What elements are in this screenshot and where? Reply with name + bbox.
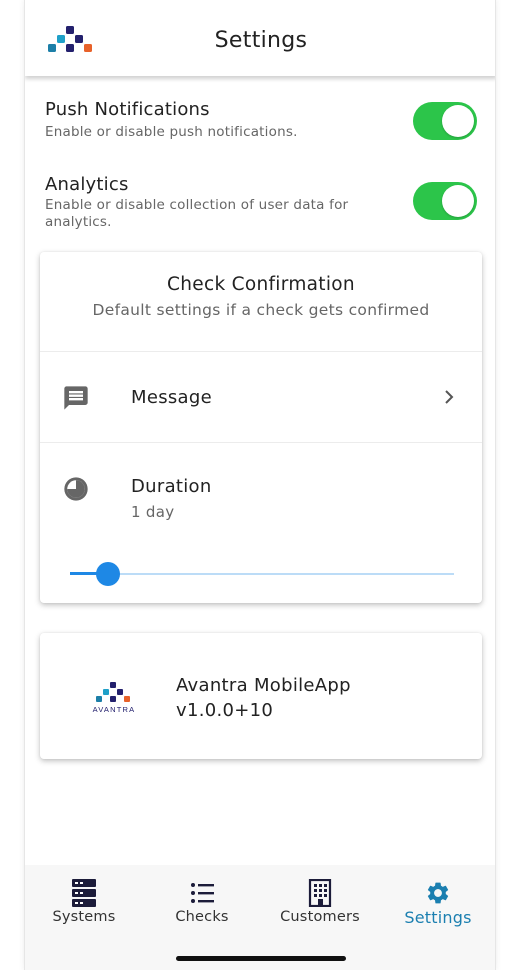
- message-label: Message: [131, 387, 212, 408]
- building-icon: [308, 879, 332, 907]
- push-notifications-title: Push Notifications: [45, 99, 210, 120]
- tab-systems-label: Systems: [52, 909, 116, 925]
- card-title: Check Confirmation: [167, 274, 355, 295]
- avantra-logo-icon: AVANTRA: [93, 682, 136, 714]
- tab-customers-label: Customers: [280, 909, 360, 925]
- tab-settings-label: Settings: [404, 908, 472, 927]
- tab-checks-label: Checks: [175, 909, 229, 925]
- home-indicator: [176, 956, 346, 961]
- push-notifications-setting: Push Notifications Enable or disable pus…: [45, 99, 477, 141]
- slider-thumb[interactable]: [96, 562, 121, 586]
- about-card: AVANTRA Avantra MobileApp v1.0.0+10: [40, 633, 482, 759]
- tab-settings[interactable]: Settings: [379, 879, 495, 927]
- tab-customers[interactable]: Customers: [261, 879, 379, 925]
- push-notifications-toggle[interactable]: [413, 102, 477, 140]
- message-row[interactable]: Message: [40, 352, 482, 443]
- server-icon: [72, 879, 96, 907]
- duration-label: Duration: [131, 476, 212, 497]
- duration-row: Duration 1 day: [40, 443, 482, 603]
- analytics-toggle[interactable]: [413, 182, 477, 220]
- clock-icon: [64, 477, 88, 501]
- card-subtitle: Default settings if a check gets confirm…: [92, 301, 430, 319]
- check-confirmation-card: Check Confirmation Default settings if a…: [40, 252, 482, 603]
- chevron-right-icon: [445, 390, 454, 404]
- analytics-title: Analytics: [45, 174, 129, 195]
- analytics-setting: Analytics Enable or disable collection o…: [45, 174, 477, 231]
- duration-value: 1 day: [131, 503, 175, 521]
- logo-text: AVANTRA: [93, 705, 136, 714]
- app-bar: Settings: [25, 0, 495, 76]
- bottom-navigation: Systems Checks Customers Settings: [25, 865, 495, 970]
- app-name: Avantra MobileApp: [176, 675, 351, 696]
- push-notifications-subtitle: Enable or disable push notifications.: [45, 124, 298, 140]
- tab-checks[interactable]: Checks: [143, 879, 261, 925]
- tab-systems[interactable]: Systems: [25, 879, 143, 925]
- app-version: v1.0.0+10: [176, 700, 274, 721]
- toggle-knob: [442, 185, 474, 217]
- page-title: Settings: [214, 28, 308, 53]
- gear-icon: [427, 882, 449, 904]
- card-header: Check Confirmation Default settings if a…: [40, 252, 482, 352]
- duration-slider[interactable]: [70, 562, 454, 586]
- list-icon: [191, 883, 214, 903]
- message-icon: [64, 386, 88, 410]
- analytics-subtitle: Enable or disable collection of user dat…: [45, 197, 349, 230]
- slider-track: [70, 573, 454, 575]
- toggle-knob: [442, 105, 474, 137]
- app-screen: Settings Push Notifications Enable or di…: [24, 0, 496, 970]
